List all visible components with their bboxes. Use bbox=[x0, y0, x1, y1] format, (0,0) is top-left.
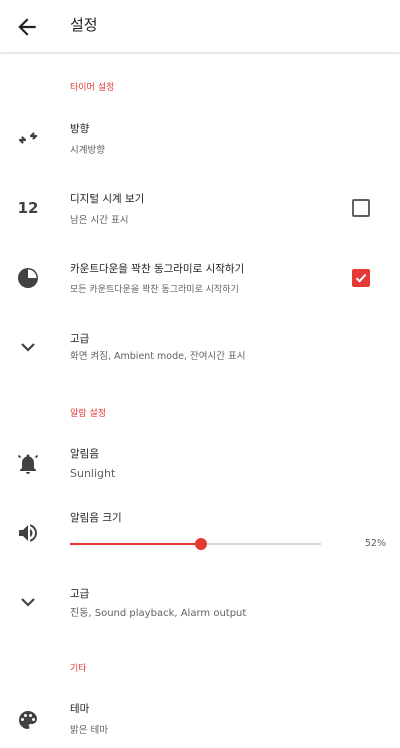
setting-alarm-advanced[interactable] bbox=[0, 575, 400, 631]
setting-title: 테마 bbox=[70, 703, 90, 715]
volume-percent: 52% bbox=[364, 538, 386, 549]
setting-title: 디지털 시계 보기 bbox=[70, 193, 145, 205]
arrow-left-icon[interactable] bbox=[14, 14, 40, 40]
setting-orientation[interactable] bbox=[0, 110, 400, 170]
digital-12-icon: 12 bbox=[17, 199, 39, 217]
setting-subtitle: 모든 카운트다운을 꽉찬 동그라미로 시작하기 bbox=[70, 285, 239, 295]
setting-title: 고급 bbox=[70, 588, 90, 600]
setting-title: 알림음 bbox=[70, 448, 99, 460]
bell-ring-icon bbox=[14, 450, 42, 478]
setting-title: 카운트다운을 꽉찬 동그라미로 시작하기 bbox=[70, 263, 245, 275]
setting-subtitle: 화면 켜짐, Ambient mode, 잔여시간 표시 bbox=[70, 351, 246, 362]
section-header-timer: 타이머 설정 bbox=[70, 83, 115, 93]
setting-alarm-sound[interactable] bbox=[0, 435, 400, 491]
volume-slider-fill bbox=[70, 543, 201, 545]
setting-subtitle: 밝은 테마 bbox=[70, 725, 108, 736]
section-header-other: 기타 bbox=[70, 664, 87, 674]
section-header-alarm: 알람 설정 bbox=[70, 409, 106, 419]
setting-title: 고급 bbox=[70, 333, 90, 345]
chevron-down-icon bbox=[14, 333, 42, 361]
volume-slider-thumb[interactable] bbox=[194, 538, 207, 550]
setting-subtitle: 진동, Sound playback, Alarm output bbox=[70, 608, 247, 619]
pie-circle-icon bbox=[14, 264, 42, 292]
page-title: 설정 bbox=[70, 16, 98, 34]
setting-title: 방향 bbox=[70, 123, 90, 135]
app-bar: 설정 bbox=[0, 0, 400, 52]
setting-subtitle: 시계방향 bbox=[70, 145, 105, 156]
setting-title: 알림음 크기 bbox=[70, 512, 122, 524]
chevron-down-icon bbox=[14, 588, 42, 616]
setting-subtitle: 남은 시간 표시 bbox=[70, 215, 129, 226]
palette-icon bbox=[14, 706, 42, 734]
volume-slider[interactable] bbox=[70, 538, 321, 550]
swap-horizontal-icon bbox=[14, 124, 42, 152]
setting-subtitle: Sunlight bbox=[70, 467, 116, 480]
speaker-icon bbox=[14, 519, 42, 547]
digital-clock-checkbox[interactable] bbox=[352, 199, 370, 217]
setting-digital-clock[interactable] bbox=[0, 182, 400, 238]
full-circle-checkbox[interactable] bbox=[352, 269, 370, 287]
setting-theme[interactable] bbox=[0, 690, 400, 748]
